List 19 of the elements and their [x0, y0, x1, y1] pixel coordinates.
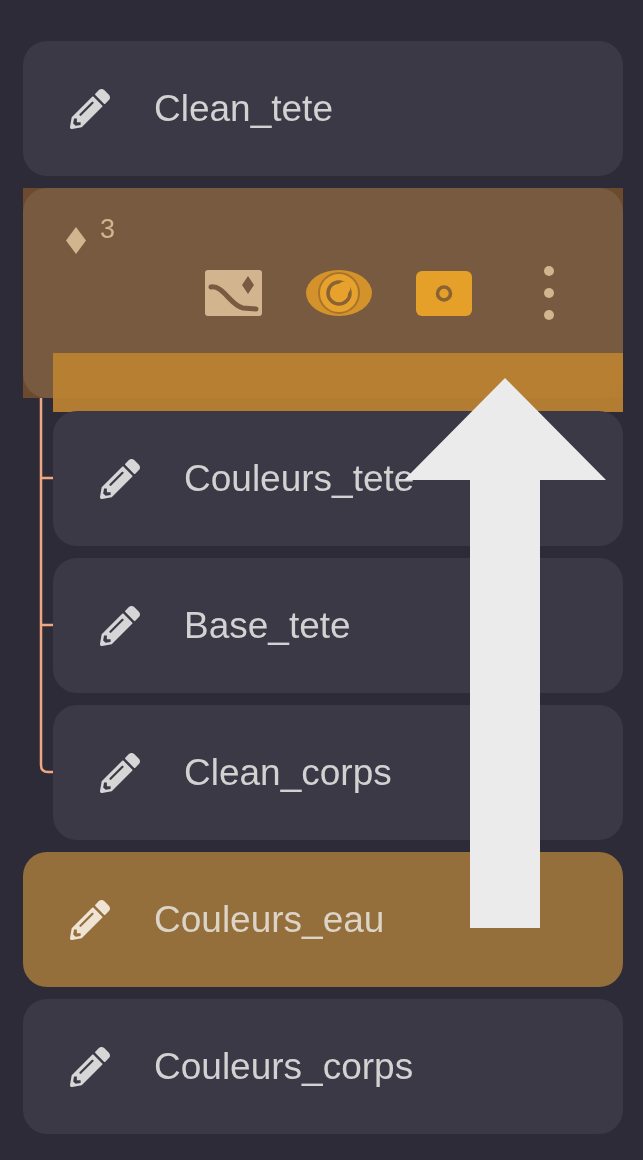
layer-name: Base_tete: [184, 607, 351, 644]
diamond-icon: [66, 227, 86, 254]
pencil-icon: [70, 899, 110, 940]
pencil-icon: [100, 458, 140, 499]
layer-name: Clean_corps: [184, 754, 392, 791]
more-menu-icon[interactable]: [544, 266, 554, 320]
pencil-icon: [100, 752, 140, 793]
layer-name: Clean_tete: [154, 90, 333, 127]
layer-name: Couleurs_tete: [184, 460, 415, 497]
eye-icon[interactable]: [306, 270, 372, 316]
square-ring-icon[interactable]: [416, 270, 472, 316]
layer-count: 3: [100, 216, 116, 243]
layer-name: Couleurs_eau: [154, 901, 385, 938]
layer-row[interactable]: Couleurs_corps: [23, 999, 623, 1134]
pencil-icon: [70, 88, 110, 129]
layer-row[interactable]: Clean_tete: [23, 41, 623, 176]
pencil-icon: [100, 605, 140, 646]
pencil-icon: [70, 1046, 110, 1087]
layer-name: Couleurs_corps: [154, 1048, 414, 1085]
